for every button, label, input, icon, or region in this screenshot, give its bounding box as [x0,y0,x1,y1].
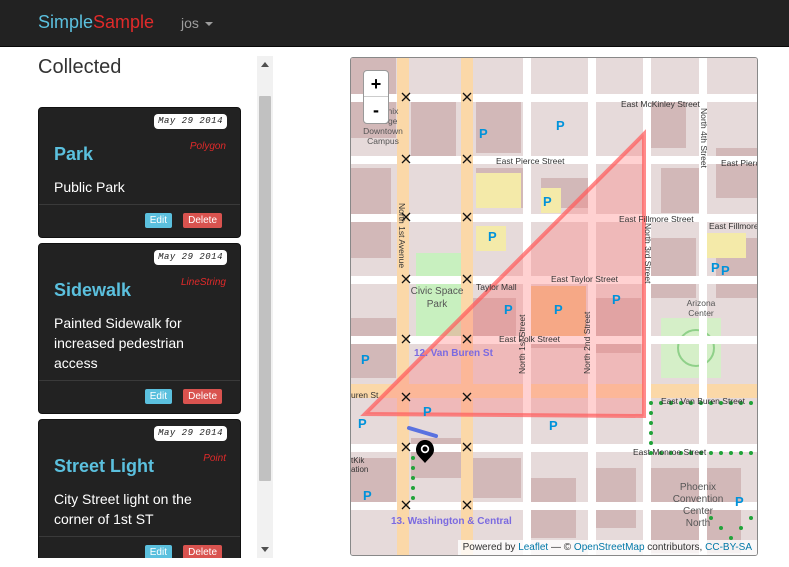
item-date: May 29 2014 [154,426,227,441]
place-label-convention: Center [683,506,714,517]
parking-icon: P [488,229,497,244]
item-geometry-type: Polygon [189,141,226,152]
station-label-washington: 13. Washington & Central [391,516,512,527]
user-name: jos [181,15,199,31]
zoom-control: + - [363,70,389,124]
item-geometry-type: LineString [180,277,226,288]
street-label-1st-avenue: North 1st Avenue [397,203,407,268]
street-label-3rd-street: North 3rd Street [643,223,653,284]
item-description: City Street light on the corner of 1st S… [54,491,192,527]
edit-button[interactable]: Edit [144,545,172,558]
parking-icon: P [504,302,513,317]
openstreetmap-link[interactable]: OpenStreetMap [574,542,645,553]
street-label-fillmore-right: East Fillmore [709,221,758,231]
edit-button[interactable]: Edit [144,389,172,404]
zoom-in-button[interactable]: + [364,71,388,97]
map-attribution: Powered by Leaflet — © OpenStreetMap con… [457,540,757,555]
street-label-mckinley: East McKinley Street [621,99,701,109]
list-item: May 29 2014 Point Street Light City Stre… [38,419,241,558]
scroll-up-arrow-icon[interactable] [261,62,269,67]
item-date: May 29 2014 [154,114,227,129]
parking-icon: P [735,494,744,509]
list-item: May 29 2014 LineString Sidewalk Painted … [38,243,241,414]
item-geometry-type: Point [203,453,226,464]
street-label-fillmore: East Fillmore Street [619,214,694,224]
license-link[interactable]: CC-BY-SA [705,542,752,553]
street-label-van-buren-left: uren St [351,390,379,400]
parking-icon: P [479,126,488,141]
street-label-van-buren: East Van Buren Street [661,396,746,406]
collected-title: Collected [38,56,122,78]
delete-button[interactable]: Delete [183,213,222,228]
street-label-pierce: East Pierce Street [496,156,565,166]
map-tiles[interactable]: East McKinley Street East Pierce Street … [351,58,758,556]
brand-part-simple: Simple [38,12,94,32]
attribution-separator: — © [548,542,574,553]
edit-button[interactable]: Edit [144,213,172,228]
place-label-college: Campus [367,136,399,146]
item-actions: Edit Delete [39,536,240,558]
parking-icon: P [543,194,552,209]
navbar: SimpleSample jos [0,0,789,47]
parking-icon: P [549,418,558,433]
item-actions: Edit Delete [39,380,240,413]
place-label-convention: North [686,518,710,529]
street-label-4th-street: North 4th Street [699,108,709,169]
collected-list: May 29 2014 Polygon Park Public Park Edi… [38,100,243,558]
place-label-kik: ation [351,465,368,474]
place-label-kik: tKik [351,456,365,465]
place-label-college: Downtown [363,126,403,136]
parking-icon: P [556,118,565,133]
parking-icon: P [612,292,621,307]
item-description: Public Park [54,179,125,195]
parking-icon: P [363,488,372,503]
caret-down-icon [204,22,213,27]
parking-icon: P [721,263,730,278]
street-label-polk: East Polk Street [499,334,561,344]
street-label-monroe: East Monroe Street [633,447,707,457]
place-label-convention: Phoenix [680,482,716,493]
item-title: Park [54,144,94,164]
street-label-taylor: East Taylor Street [551,274,619,284]
item-date: May 29 2014 [154,250,227,265]
scroll-down-arrow-icon[interactable] [261,547,269,552]
place-label-arizona: Center [688,308,714,318]
parking-icon: P [361,352,370,367]
item-title: Street Light [54,456,155,476]
list-scrollbar[interactable] [257,56,273,558]
parking-icon: P [358,416,367,431]
map-view[interactable]: East McKinley Street East Pierce Street … [350,57,758,556]
list-item: May 29 2014 Polygon Park Public Park Edi… [38,107,241,238]
item-actions: Edit Delete [39,204,240,237]
place-label-civic-park: Civic Space [411,286,464,297]
delete-button[interactable]: Delete [183,389,222,404]
place-label-arizona: Arizona [687,298,716,308]
street-label-pierce-right: East Pierce [721,158,758,168]
leaflet-link[interactable]: Leaflet [518,542,548,553]
parking-icon: P [423,404,432,419]
place-label-civic-park: Park [427,299,449,310]
street-label-2nd-street: North 2nd Street [582,311,592,374]
user-menu-dropdown[interactable]: jos [181,14,213,32]
attribution-contributors: contributors, [644,542,706,553]
item-description: Painted Sidewalk for increased pedestria… [54,315,184,371]
street-label-taylor-mall: Taylor Mall [476,282,517,292]
station-label-van-buren: 12. Van Buren St [414,348,494,359]
parking-icon: P [711,260,720,275]
attribution-powered-by: Powered by [462,542,516,553]
brand-part-sample: Sample [93,12,155,32]
street-label-1st-street: North 1st Street [517,314,527,374]
scroll-thumb[interactable] [259,96,271,481]
place-label-convention: Convention [673,494,724,505]
brand-logo[interactable]: SimpleSample [38,11,154,33]
delete-button[interactable]: Delete [183,545,222,558]
parking-icon: P [554,302,563,317]
zoom-out-button[interactable]: - [364,97,388,123]
item-title: Sidewalk [54,280,132,300]
